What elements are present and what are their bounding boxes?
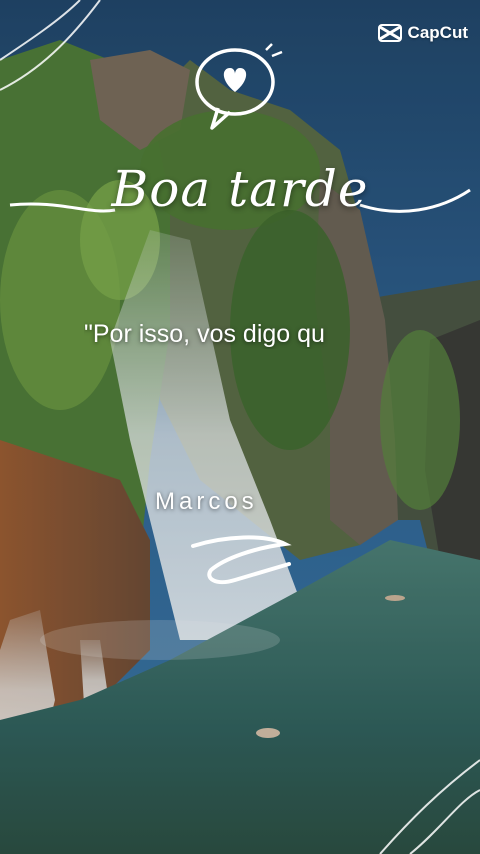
quote-text: "Por isso, vos digo qu: [84, 320, 325, 348]
heart-speech-bubble-icon: [195, 43, 283, 130]
brand-name: CapCut: [407, 23, 468, 42]
video-frame: CapCut Boa tarde "Por isso, vos digo qu …: [0, 0, 480, 854]
capcut-watermark: CapCut: [377, 20, 468, 46]
capcut-logo-icon: [377, 24, 402, 42]
squiggle-underline-icon: [191, 535, 292, 585]
author-name: Marcos: [155, 488, 258, 515]
greeting-title: Boa tarde: [111, 160, 369, 218]
